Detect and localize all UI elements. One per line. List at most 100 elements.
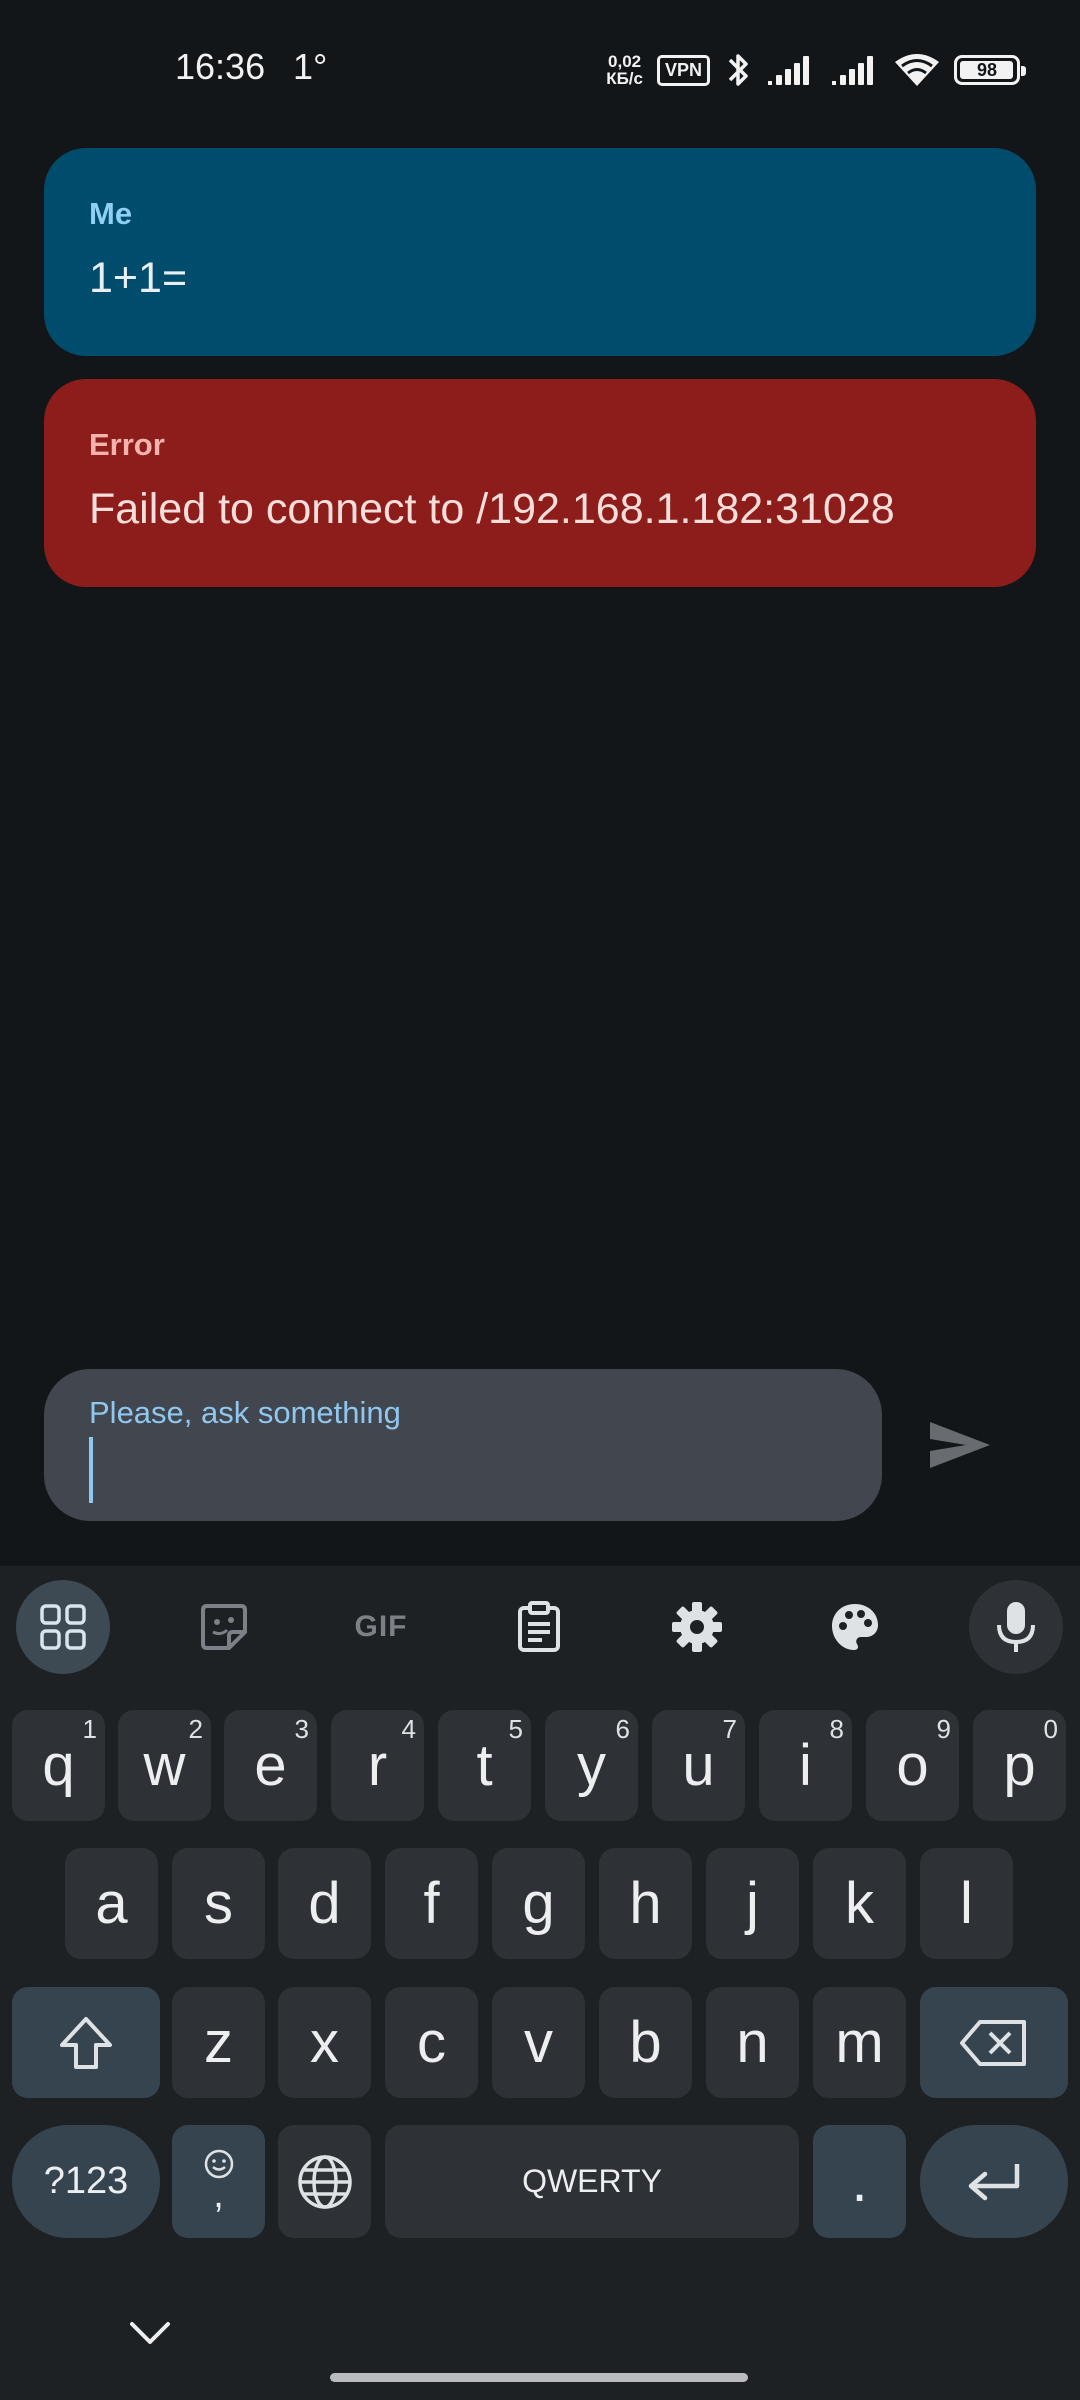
- message-sender: Me: [89, 196, 133, 231]
- battery-nub: [1021, 66, 1026, 76]
- status-icons: 0,02 КБ/с VPN 98: [606, 48, 1026, 92]
- space-key[interactable]: QWERTY: [385, 2125, 799, 2238]
- key-hint: 3: [294, 1714, 309, 1744]
- symbols-key[interactable]: ?123: [12, 2125, 160, 2238]
- key-b[interactable]: b: [599, 1987, 692, 2098]
- text-cursor: [89, 1437, 93, 1503]
- key-label: z: [204, 2010, 233, 2075]
- shift-icon: [60, 2016, 112, 2069]
- key-z[interactable]: z: [172, 1987, 265, 2098]
- key-o[interactable]: o9: [866, 1710, 959, 1821]
- key-g[interactable]: g: [492, 1848, 585, 1959]
- key-l[interactable]: l: [920, 1848, 1013, 1959]
- backspace-key[interactable]: [920, 1987, 1068, 2098]
- status-bar: 16:36 1° 0,02 КБ/с VPN 98: [0, 0, 1080, 140]
- key-p[interactable]: p0: [973, 1710, 1066, 1821]
- apps-grid-button[interactable]: [16, 1580, 110, 1674]
- key-label: ?123: [43, 2160, 129, 2202]
- key-label: i: [799, 1733, 812, 1798]
- key-f[interactable]: f: [385, 1848, 478, 1959]
- key-label: c: [417, 2010, 446, 2075]
- key-label: g: [522, 1871, 555, 1936]
- key-label: o: [896, 1733, 929, 1798]
- message-bubble-error: Error Failed to connect to /192.168.1.18…: [44, 379, 1036, 587]
- key-q[interactable]: q1: [12, 1710, 105, 1821]
- wifi-icon: [895, 54, 939, 86]
- key-n[interactable]: n: [706, 1987, 799, 2098]
- key-label: e: [254, 1733, 287, 1798]
- theme-button[interactable]: [808, 1580, 902, 1674]
- battery-icon: 98: [954, 55, 1026, 85]
- key-label: l: [960, 1871, 973, 1936]
- key-c[interactable]: c: [385, 1987, 478, 2098]
- key-label: d: [308, 1871, 341, 1936]
- gif-icon: GIF: [354, 1610, 408, 1643]
- key-hint: 4: [401, 1714, 416, 1744]
- message-text: 1+1=: [89, 254, 188, 302]
- enter-icon: [968, 2163, 1020, 2200]
- key-label: a: [95, 1871, 128, 1936]
- key-x[interactable]: x: [278, 1987, 371, 2098]
- send-button[interactable]: [920, 1410, 1000, 1480]
- key-label: .: [851, 2149, 868, 2214]
- globe-icon: [297, 2154, 352, 2209]
- emoji-comma-key[interactable]: ,: [172, 2125, 265, 2238]
- key-y[interactable]: y6: [545, 1710, 638, 1821]
- bluetooth-icon: [728, 54, 748, 86]
- voice-input-button[interactable]: [969, 1580, 1063, 1674]
- message-sender: Error: [89, 427, 165, 462]
- apps-grid-icon: [40, 1604, 86, 1650]
- key-label: u: [682, 1733, 715, 1798]
- settings-button[interactable]: [650, 1580, 744, 1674]
- key-w[interactable]: w2: [118, 1710, 211, 1821]
- sticker-icon: [201, 1604, 247, 1650]
- home-indicator[interactable]: [330, 2373, 748, 2382]
- message-input[interactable]: Please, ask something: [44, 1369, 882, 1521]
- key-label: w: [143, 1733, 186, 1798]
- language-key[interactable]: [278, 2125, 371, 2238]
- key-label: k: [845, 1871, 874, 1936]
- gif-button[interactable]: GIF: [334, 1580, 428, 1674]
- network-speed: 0,02 КБ/с: [606, 53, 643, 87]
- key-a[interactable]: a: [65, 1848, 158, 1959]
- enter-key[interactable]: [920, 2125, 1068, 2238]
- key-label: v: [524, 2010, 553, 2075]
- settings-gear-icon: [672, 1602, 722, 1652]
- vpn-badge: VPN: [656, 54, 710, 86]
- chevron-down-icon[interactable]: [127, 2318, 173, 2348]
- key-d[interactable]: d: [278, 1848, 371, 1959]
- period-key[interactable]: .: [813, 2125, 906, 2238]
- key-i[interactable]: i8: [759, 1710, 852, 1821]
- microphone-icon: [997, 1602, 1035, 1652]
- key-label: p: [1003, 1733, 1036, 1798]
- key-k[interactable]: k: [813, 1848, 906, 1959]
- key-s[interactable]: s: [172, 1848, 265, 1959]
- key-label: b: [629, 2010, 662, 2075]
- clipboard-button[interactable]: [492, 1580, 586, 1674]
- key-m[interactable]: m: [813, 1987, 906, 2098]
- key-t[interactable]: t5: [438, 1710, 531, 1821]
- key-h[interactable]: h: [599, 1848, 692, 1959]
- key-hint: 2: [188, 1714, 203, 1744]
- key-j[interactable]: j: [706, 1848, 799, 1959]
- status-temperature: 1°: [293, 46, 328, 87]
- battery-level: 98: [976, 59, 998, 80]
- sticker-button[interactable]: [177, 1580, 271, 1674]
- key-hint: 8: [829, 1714, 844, 1744]
- key-r[interactable]: r4: [331, 1710, 424, 1821]
- key-label: h: [629, 1871, 662, 1936]
- key-label: ,: [213, 2173, 224, 2216]
- key-label: t: [476, 1733, 493, 1798]
- key-label: QWERTY: [522, 2163, 662, 2199]
- message-bubble-me: Me 1+1=: [44, 148, 1036, 356]
- message-input-label: Please, ask something: [89, 1395, 401, 1430]
- key-e[interactable]: e3: [224, 1710, 317, 1821]
- key-u[interactable]: u7: [652, 1710, 745, 1821]
- message-text: Failed to connect to /192.168.1.182:3102…: [89, 485, 895, 533]
- key-label: n: [736, 2010, 769, 2075]
- signal-icon: [768, 56, 809, 85]
- key-v[interactable]: v: [492, 1987, 585, 2098]
- key-label: m: [835, 2010, 884, 2075]
- key-hint: 5: [508, 1714, 523, 1744]
- shift-key[interactable]: [12, 1987, 160, 2098]
